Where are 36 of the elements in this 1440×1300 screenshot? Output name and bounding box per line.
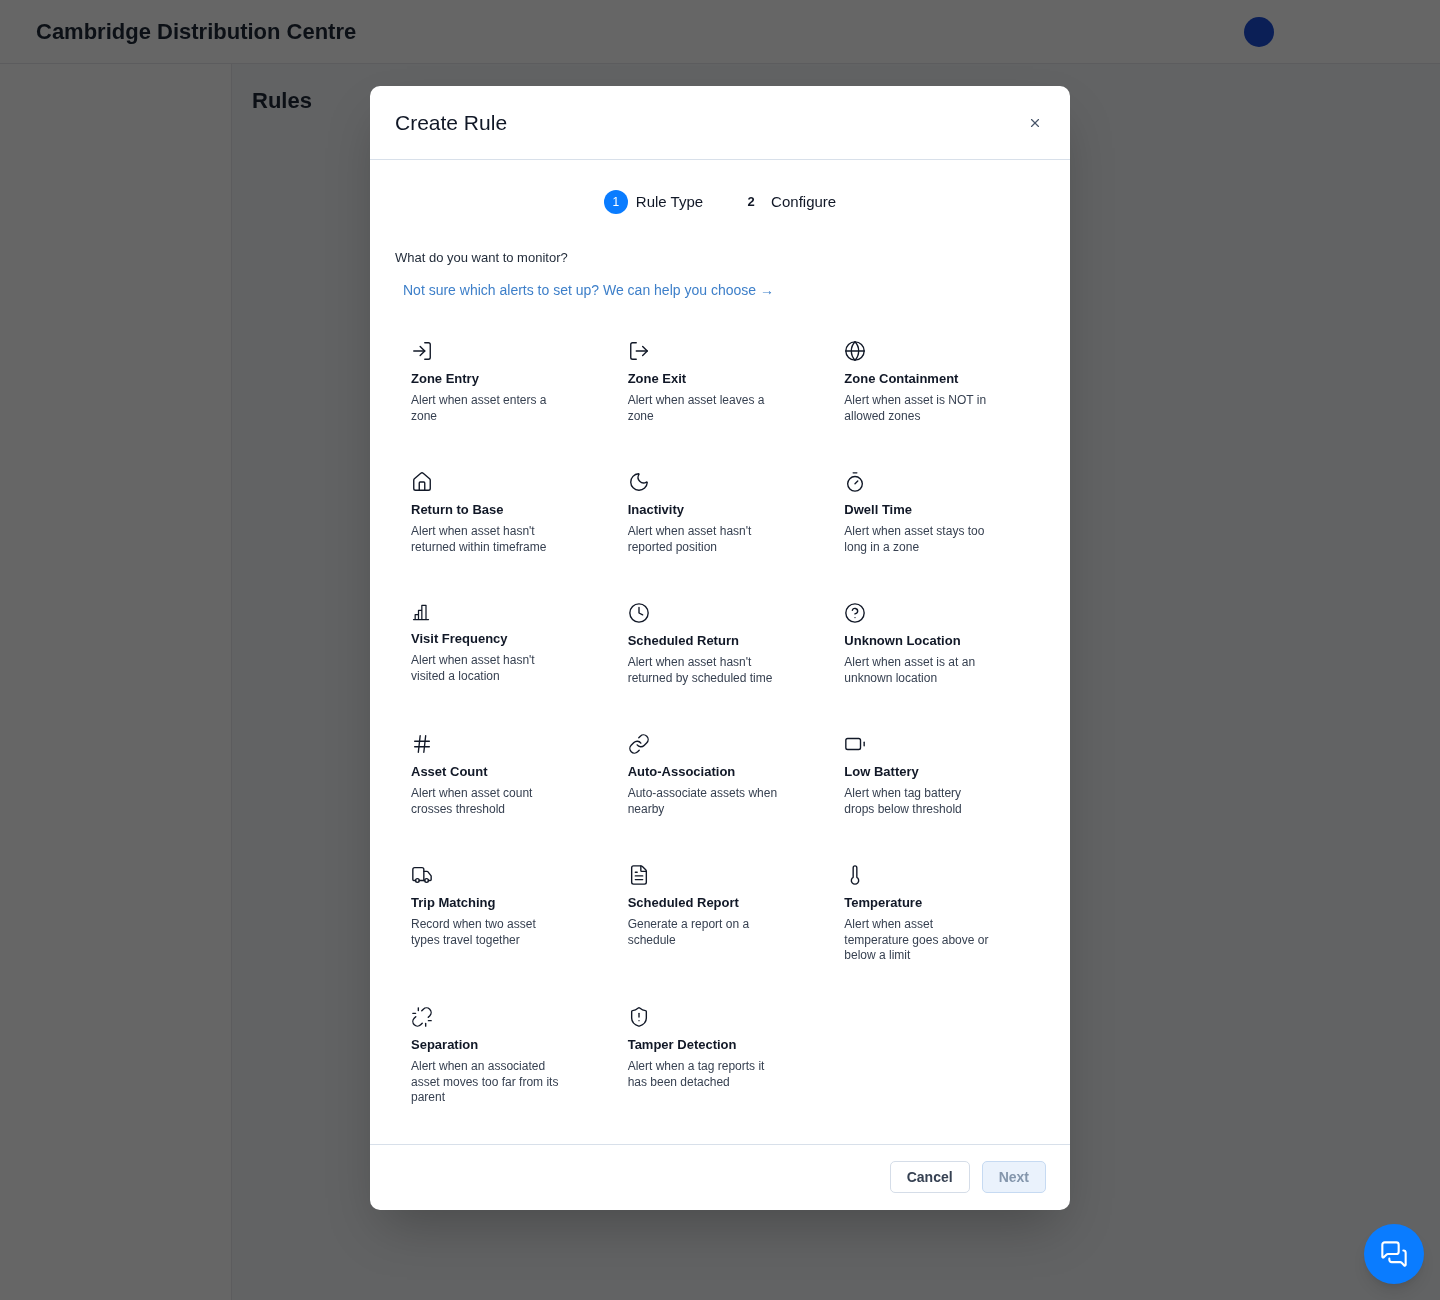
rule-type-card[interactable]: Visit Frequency Alert when asset hasn't visited a location bbox=[395, 585, 612, 709]
rule-type-card[interactable]: Low Battery Alert when tag battery drops below threshold bbox=[828, 716, 1045, 840]
rule-type-card[interactable]: Tamper Detection Alert when a tag reports it has been detached bbox=[611, 989, 829, 1124]
rule-type-card[interactable]: Zone Entry Alert when asset enters a zone bbox=[395, 323, 612, 447]
rule-type-card[interactable]: Zone Containment Alert when asset is NOT in allowed zones bbox=[828, 323, 1045, 447]
rule-type-card[interactable]: Scheduled Report Generate a report on a schedule bbox=[611, 847, 829, 982]
link-icon bbox=[627, 732, 650, 755]
chat-button[interactable] bbox=[1364, 1224, 1424, 1284]
hash-icon bbox=[411, 732, 433, 755]
rule-type-card[interactable]: Dwell Time Alert when asset stays too long in a zone bbox=[828, 454, 1045, 578]
rule-type-card[interactable]: Asset Count Alert when asset count crosses threshold bbox=[395, 716, 612, 840]
enter-arrow-icon bbox=[411, 339, 433, 362]
dialog-title: Create Rule bbox=[395, 109, 508, 136]
rule-type-card[interactable]: Unknown Location Alert when asset is at an unknown location bbox=[828, 585, 1045, 709]
rule-type-card[interactable]: Scheduled Return Alert when asset hasn't returned by scheduled time bbox=[611, 585, 829, 709]
step-tab[interactable]: 1 Rule Type bbox=[603, 190, 704, 214]
question-text: What do you want to monitor? bbox=[395, 249, 569, 267]
rule-type-card[interactable]: Trip Matching Record when two asset types travel together bbox=[395, 847, 612, 982]
rule-type-card[interactable]: Return to Base Alert when asset hasn't returned within timeframe bbox=[395, 454, 612, 578]
moon-icon bbox=[627, 470, 650, 493]
house-icon bbox=[411, 470, 433, 493]
help-link[interactable]: Not sure which alerts to set up? We can help you choose → bbox=[403, 279, 774, 301]
rule-type-card[interactable]: Auto-Association Auto-associate assets when nearby bbox=[611, 716, 829, 840]
globe-icon bbox=[844, 339, 867, 362]
rule-type-card[interactable]: Temperature Alert when asset temperature goes above or below a limit bbox=[828, 847, 1045, 982]
chat-bubbles-icon bbox=[1380, 1240, 1408, 1268]
rule-type-card[interactable]: Zone Exit Alert when asset leaves a zone bbox=[611, 323, 829, 447]
cancel-button[interactable]: Cancel bbox=[889, 1161, 970, 1193]
step-tab[interactable]: 2 Configure bbox=[739, 190, 837, 214]
page-heading: Rules bbox=[252, 88, 312, 113]
rule-type-card[interactable]: Separation Alert when an associated asset moves too far from its parent bbox=[395, 989, 612, 1124]
clock-icon bbox=[627, 601, 650, 624]
site-title: Cambridge Distribution Centre bbox=[36, 18, 357, 46]
question-circle-icon bbox=[844, 601, 867, 624]
broken-link-icon bbox=[411, 1005, 433, 1028]
rule-type-card[interactable]: Inactivity Alert when asset hasn't reported position bbox=[611, 454, 829, 578]
